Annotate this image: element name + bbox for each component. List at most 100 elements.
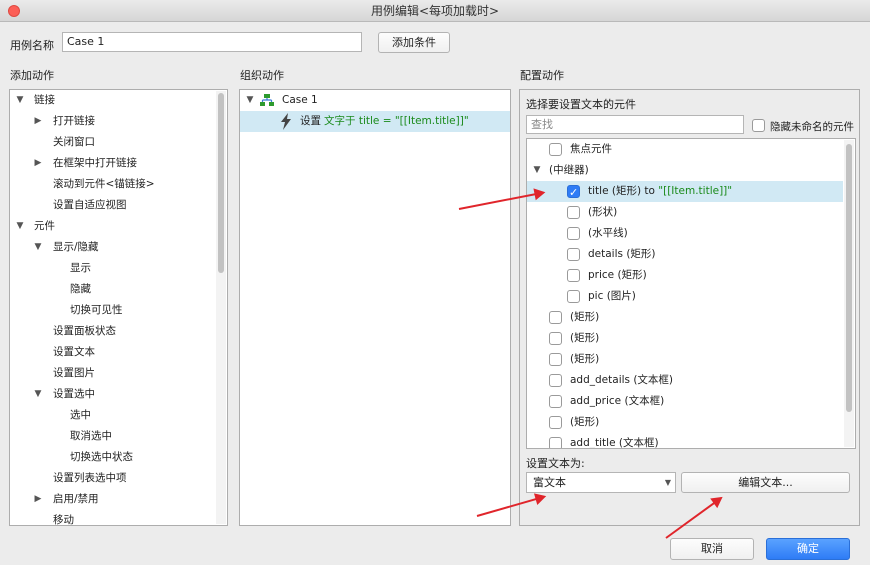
widget-list[interactable]: 焦点元件 ▼ (中继器) title (矩形) to "[[Item.title]]"…	[526, 138, 856, 449]
widget-checkbox[interactable]	[567, 182, 580, 203]
widget-checkbox[interactable]	[549, 416, 562, 429]
widget-name: (矩形)	[570, 416, 600, 428]
widget-list-item[interactable]: (矩形)	[527, 349, 843, 370]
action-tree-item[interactable]: 选中	[10, 405, 227, 426]
widget-name: add_price (文本框)	[570, 395, 665, 407]
action-tree-item-label: 打开链接	[53, 115, 95, 127]
widget-list-item[interactable]: add_price (文本框)	[527, 391, 843, 412]
action-tree-item[interactable]: ▶ 在框架中打开链接	[10, 153, 227, 174]
cancel-button[interactable]: 取消	[670, 538, 754, 560]
search-input[interactable]: 查找	[526, 115, 744, 134]
widget-list-item[interactable]: (矩形)	[527, 307, 843, 328]
expand-open-icon[interactable]: ▼	[531, 160, 543, 181]
widget-name: add_title (文本框)	[570, 437, 659, 449]
widget-list-item-label: add_details (文本框)	[570, 370, 673, 391]
expand-open-icon[interactable]: ▼	[32, 384, 44, 405]
expand-open-icon[interactable]: ▼	[32, 237, 44, 258]
action-tree-item[interactable]: 设置列表选中项	[10, 468, 227, 489]
widget-checkbox[interactable]	[549, 374, 562, 387]
action-tree-item-label: 链接	[34, 94, 55, 106]
widget-list-scrollbar[interactable]	[844, 140, 854, 447]
action-tree-item[interactable]: ▼ 链接	[10, 90, 227, 111]
widget-list-item[interactable]: 焦点元件	[527, 139, 843, 160]
add-condition-button[interactable]: 添加条件	[378, 32, 450, 53]
configure-action-panel: 选择要设置文本的元件 查找 隐藏未命名的元件 焦点元件 ▼ (中继器) title (…	[519, 89, 860, 526]
action-tree-item[interactable]: 移动	[10, 510, 227, 525]
widget-list-scroll-thumb[interactable]	[846, 144, 852, 412]
widget-checkbox[interactable]	[567, 206, 580, 219]
action-tree-item[interactable]: 滚动到元件<锚链接>	[10, 174, 227, 195]
expand-closed-icon[interactable]: ▶	[32, 489, 44, 510]
action-tree-item[interactable]: 隐藏	[10, 279, 227, 300]
ok-button[interactable]: 确定	[766, 538, 850, 560]
action-tree-item[interactable]: 关闭窗口	[10, 132, 227, 153]
widget-list-item[interactable]: details (矩形)	[527, 244, 843, 265]
edit-text-button[interactable]: 编辑文本...	[681, 472, 850, 493]
action-tree-item[interactable]: 设置自适应视图	[10, 195, 227, 216]
action-tree-item[interactable]: 取消选中	[10, 426, 227, 447]
widget-name: (形状)	[588, 206, 618, 218]
window-titlebar: 用例编辑<每项加载时>	[0, 0, 870, 22]
widget-list-item[interactable]: (水平线)	[527, 223, 843, 244]
action-row[interactable]: 设置 文字于 title = "[[Item.title]]"	[240, 111, 510, 132]
widget-list-item[interactable]: price (矩形)	[527, 265, 843, 286]
widget-list-item-label: (水平线)	[588, 223, 628, 244]
left-scrollbar[interactable]	[216, 91, 226, 524]
widget-list-item[interactable]: ▼ (中继器)	[527, 160, 843, 181]
widget-checkbox[interactable]	[567, 248, 580, 261]
action-tree-item[interactable]: 设置面板状态	[10, 321, 227, 342]
action-tree-item[interactable]: ▼ 显示/隐藏	[10, 237, 227, 258]
expand-open-icon[interactable]: ▼	[14, 90, 26, 111]
action-tree-item-label: 显示/隐藏	[53, 241, 99, 253]
widget-checkbox[interactable]	[549, 332, 562, 345]
close-icon[interactable]	[8, 5, 20, 17]
widget-list-item[interactable]: (矩形)	[527, 412, 843, 433]
widget-list-item[interactable]: (形状)	[527, 202, 843, 223]
action-tree-item-label: 关闭窗口	[53, 136, 95, 148]
expand-open-icon[interactable]: ▼	[244, 90, 256, 111]
action-tree-item[interactable]: 切换可见性	[10, 300, 227, 321]
widget-list-item[interactable]: title (矩形) to "[[Item.title]]"	[527, 181, 843, 203]
widget-list-item[interactable]: (矩形)	[527, 328, 843, 349]
text-type-value: 富文本	[533, 476, 566, 489]
widget-list-item[interactable]: add_title (文本框)	[527, 433, 843, 449]
action-tree-item-label: 启用/禁用	[53, 493, 99, 505]
widget-checkbox[interactable]	[549, 395, 562, 408]
widget-checkbox[interactable]	[549, 143, 562, 156]
action-tree-item-label: 取消选中	[70, 430, 112, 442]
widget-list-item-label: (矩形)	[570, 412, 599, 433]
widget-checkbox[interactable]	[567, 290, 580, 303]
case-name-input[interactable]: Case 1	[62, 32, 362, 52]
action-tree-item[interactable]: 切换选中状态	[10, 447, 227, 468]
left-scroll-thumb[interactable]	[218, 93, 224, 273]
widget-checkbox[interactable]	[549, 437, 562, 448]
expand-closed-icon[interactable]: ▶	[32, 153, 44, 174]
case-row[interactable]: ▼ Case 1	[240, 90, 510, 111]
action-tree-item[interactable]: 显示	[10, 258, 227, 279]
widget-checkbox[interactable]	[549, 353, 562, 366]
action-tree-item-label: 设置自适应视图	[53, 199, 127, 211]
action-tree-item-label: 切换选中状态	[70, 451, 133, 463]
expand-open-icon[interactable]: ▼	[14, 216, 26, 237]
action-tree-item[interactable]: ▼ 元件	[10, 216, 227, 237]
chevron-down-icon: ▼	[664, 478, 671, 487]
action-tree-item[interactable]: ▶ 启用/禁用	[10, 489, 227, 510]
organize-action-tree[interactable]: ▼ Case 1 设置 文字于 title = "[[Item.title]]"	[239, 89, 511, 526]
window-title: 用例编辑<每项加载时>	[370, 4, 500, 18]
widget-checkbox[interactable]	[567, 269, 580, 282]
expand-closed-icon[interactable]: ▶	[32, 111, 44, 132]
widget-name: (矩形)	[570, 332, 600, 344]
widget-list-item-label: 焦点元件	[570, 139, 612, 160]
widget-list-item[interactable]: pic (图片)	[527, 286, 843, 307]
text-type-select[interactable]: 富文本 ▼	[526, 472, 676, 493]
hide-unnamed-checkbox[interactable]	[752, 119, 765, 132]
widget-checkbox[interactable]	[549, 311, 562, 324]
lightning-icon	[281, 113, 291, 130]
action-tree-item[interactable]: 设置图片	[10, 363, 227, 384]
action-tree-item[interactable]: ▶ 打开链接	[10, 111, 227, 132]
action-tree-item[interactable]: 设置文本	[10, 342, 227, 363]
widget-list-item[interactable]: add_details (文本框)	[527, 370, 843, 391]
action-tree-item[interactable]: ▼ 设置选中	[10, 384, 227, 405]
widget-checkbox[interactable]	[567, 227, 580, 240]
add-action-tree[interactable]: ▼ 链接 ▶ 打开链接关闭窗口 ▶ 在框架中打开链接 滚动到元件<锚链接> 设置自适应视图 ▼ 元…	[9, 89, 228, 526]
